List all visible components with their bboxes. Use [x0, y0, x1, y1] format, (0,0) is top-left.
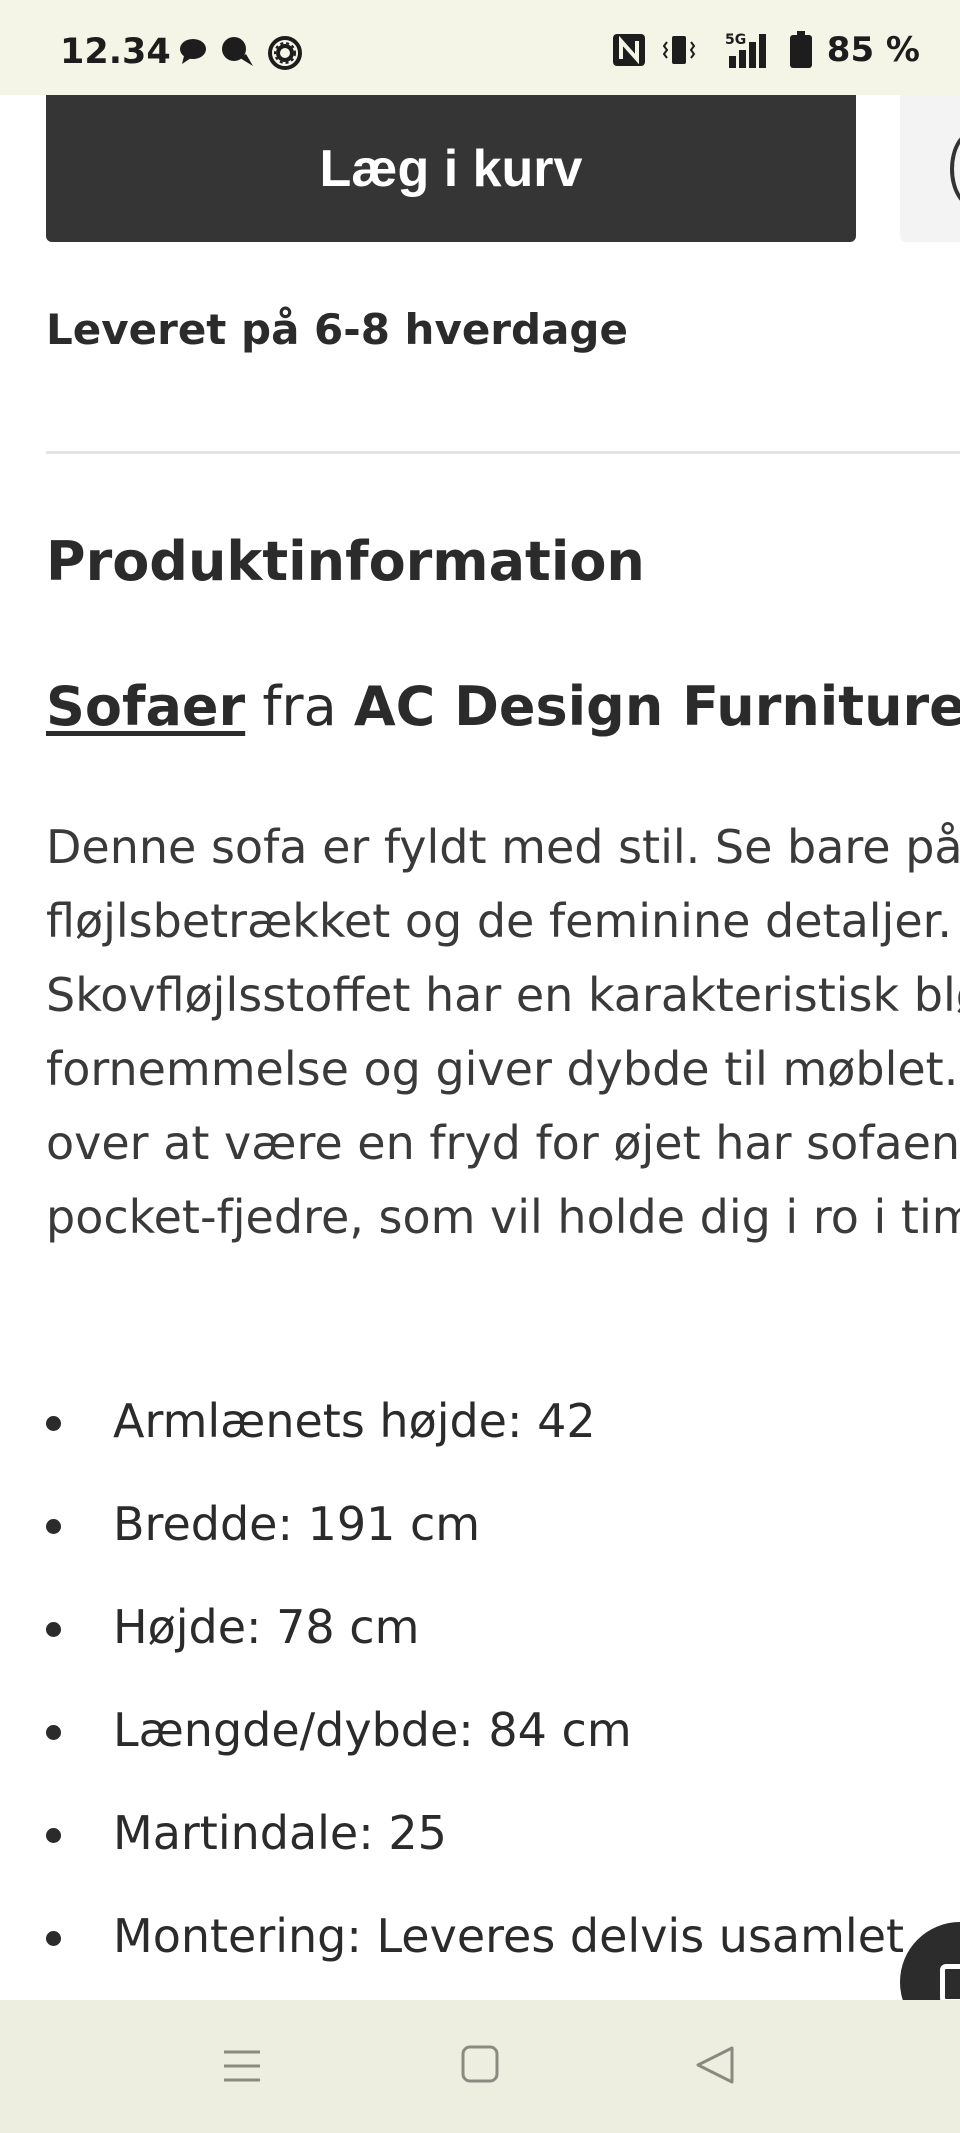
delivery-info: Leveret på 6-8 hverdage [46, 305, 628, 354]
spec-item: Bredde: 191 cm [46, 1473, 904, 1576]
spec-text: Længde/dybde: 84 cm [113, 1703, 632, 1757]
spec-item: Højde: 78 cm [46, 1576, 904, 1679]
spec-text: Armlænets højde: 42 [113, 1394, 596, 1448]
vibrate-icon [661, 32, 697, 68]
system-indicators: 5G 85 % [611, 30, 920, 70]
bullet-icon [46, 1416, 61, 1431]
battery-percentage: 85 % [826, 30, 920, 70]
bullet-icon [46, 1828, 61, 1843]
from-text: fra [262, 675, 337, 738]
product-page: Læg i kurv Leveret på 6-8 hverdage Produ… [0, 95, 960, 2000]
brand-name: AC Design Furniture [353, 675, 960, 738]
svg-text:5G: 5G [725, 32, 746, 48]
category-link[interactable]: Sofaer [46, 675, 245, 738]
description-line: fornemmelse og giver dybde til møblet. [46, 1042, 959, 1096]
description-line: pocket-fjedre, som vil holde dig i ro i … [46, 1190, 960, 1244]
heart-icon [950, 130, 960, 208]
nfc-icon [611, 32, 647, 68]
wishlist-button[interactable] [900, 95, 960, 242]
settings-circle-icon [268, 36, 302, 70]
description-line: Skovfløjlsstoffet har en karakteristisk … [46, 968, 960, 1022]
home-icon[interactable] [460, 2044, 500, 2088]
back-icon[interactable] [694, 2044, 736, 2090]
chat-button[interactable] [900, 1922, 960, 2000]
spec-text: Montering: Leveres delvis usamlet [113, 1909, 905, 1963]
signal-5g-icon: 5G [711, 30, 775, 70]
status-bar: 12.34 5G 85 % [0, 0, 960, 95]
spec-text: Højde: 78 cm [113, 1600, 420, 1654]
spec-item: Længde/dybde: 84 cm [46, 1679, 904, 1782]
bullet-icon [46, 1622, 61, 1637]
bullet-icon [46, 1725, 61, 1740]
spec-list: Armlænets højde: 42 Bredde: 191 cm Højde… [46, 1370, 904, 1988]
chat-bubble-icon [178, 36, 208, 70]
spec-item: Armlænets højde: 42 [46, 1370, 904, 1473]
spec-item: Montering: Leveres delvis usamlet [46, 1885, 904, 1988]
system-nav-bar [0, 2000, 960, 2133]
chat-icon [940, 1964, 960, 2000]
product-description: Denne sofa er fyldt med stil. Se bare på… [46, 810, 960, 1254]
category-brand-line: Sofaer fra AC Design Furniture [46, 675, 960, 738]
status-time: 12.34 [60, 32, 171, 72]
speech-bubble-icon [220, 36, 256, 70]
spec-text: Martindale: 25 [113, 1806, 447, 1860]
spec-item: Martindale: 25 [46, 1782, 904, 1885]
description-line: fløjlsbetrækket og de feminine detaljer. [46, 894, 952, 948]
description-line: over at være en fryd for øjet har sofaen [46, 1116, 960, 1170]
bullet-icon [46, 1931, 61, 1946]
battery-icon [789, 31, 813, 69]
spec-text: Bredde: 191 cm [113, 1497, 481, 1551]
add-to-cart-button[interactable]: Læg i kurv [46, 95, 856, 242]
section-divider [46, 451, 960, 454]
bullet-icon [46, 1519, 61, 1534]
description-line: Denne sofa er fyldt med stil. Se bare på [46, 820, 960, 874]
notification-icons [178, 36, 302, 70]
product-info-heading: Produktinformation [46, 530, 645, 593]
menu-icon[interactable] [222, 2046, 262, 2090]
